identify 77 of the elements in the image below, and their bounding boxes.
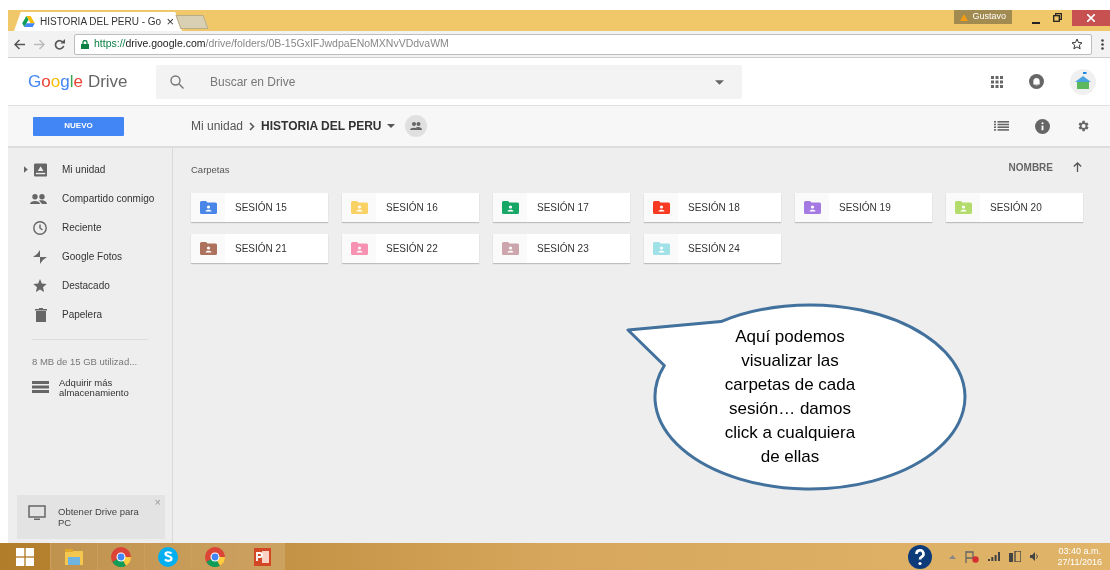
folder-card[interactable]: SESIÓN 22 bbox=[342, 234, 479, 263]
folder-card[interactable]: SESIÓN 16 bbox=[342, 193, 479, 222]
notification-bell-icon[interactable] bbox=[1029, 74, 1044, 89]
folder-card[interactable]: SESIÓN 20 bbox=[946, 193, 1083, 222]
taskbar-app-button[interactable] bbox=[97, 543, 144, 570]
trash-icon bbox=[35, 307, 47, 322]
folder-card[interactable]: SESIÓN 19 bbox=[795, 193, 932, 222]
sidebar-item[interactable]: Google Fotos bbox=[8, 242, 172, 271]
folder-card[interactable]: SESIÓN 17 bbox=[493, 193, 630, 222]
taskbar-app-button[interactable] bbox=[191, 543, 238, 570]
url-text: https://drive.google.com/drive/folders/0B-15GxIFJwdpaENoMXNvVDdvaWM bbox=[94, 36, 449, 52]
breadcrumb-link[interactable]: Mi unidad bbox=[191, 117, 244, 135]
folder-card[interactable]: SESIÓN 15 bbox=[191, 193, 328, 222]
info-icon[interactable] bbox=[1035, 118, 1050, 134]
promo-text: Obtener Drive para PC bbox=[58, 506, 140, 528]
signal-bars-icon[interactable] bbox=[987, 552, 1000, 561]
sidebar-item[interactable]: Reciente bbox=[8, 213, 172, 242]
restore-icon[interactable] bbox=[1053, 13, 1062, 22]
tab-close-button[interactable]: × bbox=[166, 15, 174, 28]
storage-stack-icon bbox=[32, 381, 49, 394]
sort-by-name-button[interactable]: NOMBRE bbox=[1008, 159, 1053, 175]
callout-text: Aquí podemos visualizar las carpetas de cada sesión… damos click a cualquiera de ellas bbox=[723, 326, 857, 468]
sidebar-item[interactable]: Mi unidad bbox=[8, 155, 172, 184]
sidebar-item[interactable]: Papelera bbox=[8, 300, 172, 329]
folder-card[interactable]: SESIÓN 18 bbox=[644, 193, 781, 222]
section-heading: Carpetas bbox=[191, 162, 230, 177]
list-view-icon[interactable] bbox=[994, 121, 1009, 131]
chrome-icon bbox=[110, 545, 132, 568]
settings-icon[interactable] bbox=[1076, 119, 1090, 133]
arrow-up-icon[interactable] bbox=[1073, 162, 1082, 172]
chevron-right-icon bbox=[249, 121, 256, 131]
speaker-icon[interactable] bbox=[1029, 552, 1039, 561]
drive-logo-icon bbox=[22, 16, 35, 27]
storage-usage-text: 8 MB de 15 GB utilizad... bbox=[31, 355, 139, 369]
clock-icon bbox=[33, 220, 47, 235]
current-folder-button[interactable]: HISTORIA DEL PERU bbox=[261, 117, 395, 135]
folder-card[interactable]: SESIÓN 21 bbox=[191, 234, 328, 263]
help-icon[interactable] bbox=[907, 544, 932, 569]
folder-card[interactable]: SESIÓN 23 bbox=[493, 234, 630, 263]
address-field[interactable]: https://drive.google.com/drive/folders/0B-15GxIFJwdpaENoMXNvVDdvaWM bbox=[74, 33, 1092, 55]
flag-alert-icon[interactable] bbox=[964, 550, 979, 563]
browser-tab[interactable]: HISTORIA DEL PERU - Go × bbox=[14, 12, 182, 31]
sidebar-item[interactable]: Compartido conmigo bbox=[8, 184, 172, 213]
skype-icon bbox=[157, 545, 179, 568]
lock-icon bbox=[81, 39, 89, 49]
tab-title: HISTORIA DEL PERU - Go bbox=[40, 15, 162, 29]
people-icon bbox=[30, 193, 47, 204]
upgrade-storage-link[interactable]: Adquirir más almacenamiento bbox=[8, 378, 172, 399]
expand-arrow-icon[interactable] bbox=[24, 166, 28, 173]
back-arrow-icon[interactable] bbox=[14, 38, 25, 50]
windows-logo-icon bbox=[16, 547, 34, 566]
shared-people-button[interactable] bbox=[404, 115, 427, 137]
sidebar-item[interactable]: Destacado bbox=[8, 271, 172, 300]
dropdown-caret-icon[interactable] bbox=[715, 79, 724, 85]
dropdown-caret-icon bbox=[386, 124, 395, 128]
more-menu-icon[interactable] bbox=[1101, 38, 1104, 50]
people-icon bbox=[409, 122, 422, 130]
pinwheel-icon bbox=[33, 249, 47, 264]
star-icon[interactable] bbox=[1071, 38, 1083, 50]
apps-grid-icon[interactable] bbox=[991, 75, 1003, 88]
taskbar-app-button[interactable] bbox=[144, 543, 191, 570]
reload-icon[interactable] bbox=[54, 38, 65, 50]
search-icon bbox=[170, 74, 184, 89]
close-icon bbox=[1087, 14, 1095, 22]
new-button[interactable]: NUEVO bbox=[33, 116, 124, 136]
taskbar-app-button[interactable] bbox=[238, 543, 285, 570]
monitor-icon bbox=[28, 505, 46, 521]
house-avatar-icon[interactable] bbox=[1070, 68, 1096, 95]
star-icon bbox=[33, 278, 47, 293]
warning-icon bbox=[960, 13, 969, 21]
chrome-icon bbox=[204, 545, 226, 568]
folder-card[interactable]: SESIÓN 24 bbox=[644, 234, 781, 263]
drive-icon bbox=[33, 162, 47, 177]
close-button[interactable] bbox=[1072, 10, 1110, 26]
powerpoint-icon bbox=[251, 545, 273, 568]
search-field[interactable]: Buscar en Drive bbox=[156, 64, 742, 99]
google-drive-logo[interactable]: Google Drive bbox=[28, 68, 156, 95]
